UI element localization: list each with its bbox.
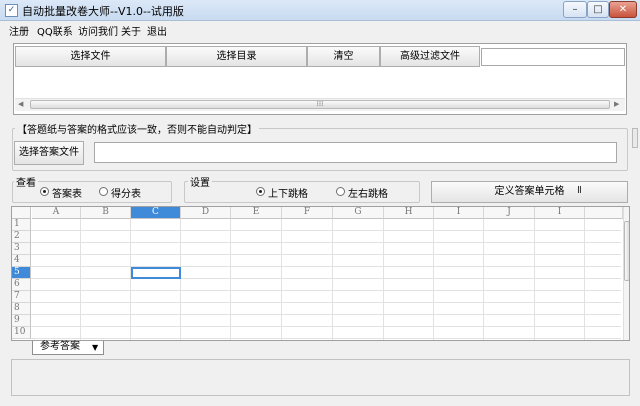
advanced-filter-button[interactable]: 高级过滤文件: [380, 46, 480, 67]
menu-exit[interactable]: 退出: [147, 23, 167, 38]
grid-line: [31, 326, 621, 327]
grid-line: [31, 314, 621, 315]
view-answer-radio[interactable]: [40, 187, 49, 196]
view-answer-label[interactable]: 答案表: [52, 185, 82, 200]
column-header[interactable]: I: [535, 207, 585, 219]
menu-register[interactable]: 注册: [9, 23, 29, 38]
grid-line: [31, 242, 621, 243]
grid-line: [281, 219, 282, 340]
column-header-selected[interactable]: C: [131, 207, 181, 219]
status-bar: [11, 359, 630, 396]
app-icon: ✓: [5, 4, 18, 17]
grid-line: [31, 302, 621, 303]
spreadsheet[interactable]: A B C D E F G H I J I 1 2 3 4 5 6 7 8 9 …: [11, 206, 630, 341]
column-header[interactable]: I: [434, 207, 484, 219]
row-header[interactable]: 2: [12, 231, 31, 243]
define-button-suffix: Ⅱ: [577, 185, 582, 196]
scroll-right-icon[interactable]: ▶: [614, 99, 623, 110]
grid-line: [31, 338, 621, 339]
window-scroll-thumb[interactable]: [632, 128, 638, 148]
grid-line: [31, 290, 621, 291]
answer-group-title: 【答题纸与答案的格式应该一致，否则不能自动判定】: [15, 121, 259, 136]
row-header[interactable]: 1: [12, 219, 31, 231]
grid-line: [180, 219, 181, 340]
row-header[interactable]: 8: [12, 303, 31, 315]
answer-file-path-input[interactable]: [94, 142, 617, 163]
select-file-button[interactable]: 选择文件: [15, 46, 166, 67]
column-header-partial[interactable]: [585, 207, 623, 219]
grid-line: [433, 219, 434, 340]
grid-line: [31, 254, 621, 255]
select-directory-button[interactable]: 选择目录: [166, 46, 307, 67]
view-score-radio[interactable]: [99, 187, 108, 196]
column-header[interactable]: D: [181, 207, 231, 219]
column-header[interactable]: G: [333, 207, 384, 219]
grid-line: [31, 278, 621, 279]
column-header[interactable]: F: [282, 207, 333, 219]
row-header[interactable]: 10: [12, 327, 31, 339]
scroll-left-icon[interactable]: ◀: [18, 99, 27, 110]
select-all-corner[interactable]: [12, 207, 31, 219]
column-header[interactable]: A: [32, 207, 81, 219]
jump-vertical-radio[interactable]: [256, 187, 265, 196]
grid-line: [80, 219, 81, 340]
minimize-button[interactable]: –: [563, 1, 587, 18]
define-answer-cells-label: 定义答案单元格: [494, 186, 565, 197]
menu-visit-us[interactable]: 访问我们: [78, 23, 118, 38]
column-header[interactable]: B: [81, 207, 131, 219]
row-header[interactable]: 6: [12, 279, 31, 291]
grid-line: [130, 219, 131, 340]
menu-about[interactable]: 关于: [121, 23, 141, 38]
selected-cell[interactable]: [131, 267, 181, 279]
grid-line: [534, 219, 535, 340]
select-answer-file-button[interactable]: 选择答案文件: [14, 141, 84, 165]
view-score-label[interactable]: 得分表: [111, 185, 141, 200]
filter-input[interactable]: [481, 48, 625, 66]
grid-line: [332, 219, 333, 340]
jump-vertical-label[interactable]: 上下跳格: [268, 185, 308, 200]
column-header[interactable]: H: [384, 207, 434, 219]
scroll-thumb[interactable]: ⁞⁞⁞: [30, 100, 610, 109]
maximize-button[interactable]: □: [587, 1, 609, 18]
define-answer-cells-button[interactable]: 定义答案单元格: [431, 181, 628, 203]
grid-line: [31, 266, 621, 267]
row-header-selected[interactable]: 5: [12, 267, 31, 279]
window-title: 自动批量改卷大师--V1.0--试用版: [22, 5, 184, 18]
menu-qq-contact[interactable]: QQ联系: [37, 23, 73, 38]
settings-group-title: 设置: [188, 174, 212, 189]
grid-line: [483, 219, 484, 340]
row-header[interactable]: 7: [12, 291, 31, 303]
grid-line: [230, 219, 231, 340]
sheet-tab-dropdown-icon[interactable]: ▼: [92, 342, 98, 353]
row-header[interactable]: 9: [12, 315, 31, 327]
sheet-tab-label: 参考答案: [40, 341, 80, 352]
grid-line: [31, 230, 621, 231]
row-header[interactable]: 3: [12, 243, 31, 255]
grid-line: [584, 219, 585, 340]
column-header[interactable]: E: [231, 207, 282, 219]
jump-horizontal-radio[interactable]: [336, 187, 345, 196]
grid-line: [383, 219, 384, 340]
column-header[interactable]: J: [484, 207, 535, 219]
vertical-scroll-thumb[interactable]: [624, 221, 629, 281]
clear-button[interactable]: 清空: [307, 46, 380, 67]
view-group-title: 查看: [14, 174, 38, 189]
jump-horizontal-label[interactable]: 左右跳格: [348, 185, 388, 200]
file-list[interactable]: [15, 68, 625, 97]
close-button[interactable]: ✕: [609, 1, 637, 18]
row-header[interactable]: 4: [12, 255, 31, 267]
